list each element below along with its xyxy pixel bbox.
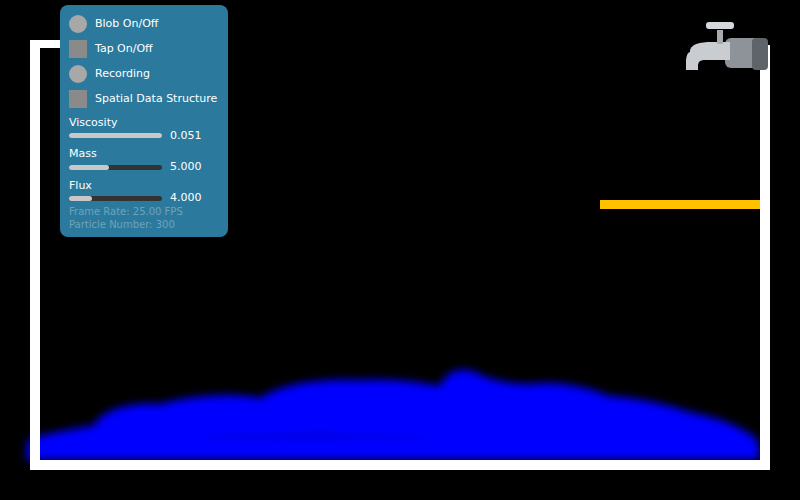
control-label: Blob On/Off [95, 17, 158, 30]
yellow-ledge[interactable] [600, 200, 760, 209]
toggle-button[interactable] [69, 15, 87, 33]
slider-label: Viscosity [69, 117, 219, 130]
toggle-button[interactable] [69, 65, 87, 83]
toggle-checkbox[interactable] [69, 40, 87, 58]
control-row[interactable]: Spatial Data Structure [65, 86, 223, 111]
control-row[interactable]: Recording [65, 61, 223, 86]
slider-line: 5.000 [69, 161, 219, 174]
simulation-canvas[interactable]: Blob On/Off Tap On/Off Recording Spatial Da… [0, 0, 800, 500]
slider: Mass5.000 [65, 146, 223, 173]
toggle-checkbox[interactable] [69, 90, 87, 108]
control-row[interactable]: Tap On/Off [65, 36, 223, 61]
slider-label: Mass [69, 148, 219, 161]
stat-text: Frame Rate: 25.00 FPS [65, 205, 223, 218]
slider-label: Flux [69, 180, 219, 193]
slider-value: 4.000 [170, 192, 202, 205]
slider-value: 5.000 [170, 161, 202, 174]
control-label: Spatial Data Structure [95, 92, 217, 105]
slider: Flux4.000 [65, 178, 223, 205]
slider: Viscosity0.051 [65, 115, 223, 142]
slider-track[interactable] [69, 165, 162, 170]
slider-value: 0.051 [170, 130, 202, 143]
slider-line: 4.000 [69, 192, 219, 205]
slider-line: 0.051 [69, 130, 219, 143]
control-label: Recording [95, 67, 150, 80]
control-row[interactable]: Blob On/Off [65, 11, 223, 36]
tap-icon[interactable] [686, 22, 768, 70]
slider-fill[interactable] [69, 165, 109, 170]
slider-fill[interactable] [69, 196, 92, 201]
slider-track[interactable] [69, 133, 162, 138]
slider-fill[interactable] [69, 133, 162, 138]
stat-text: Particle Number: 300 [65, 218, 223, 231]
slider-track[interactable] [69, 196, 162, 201]
control-label: Tap On/Off [95, 42, 153, 55]
control-panel: Blob On/Off Tap On/Off Recording Spatial Da… [60, 5, 228, 237]
